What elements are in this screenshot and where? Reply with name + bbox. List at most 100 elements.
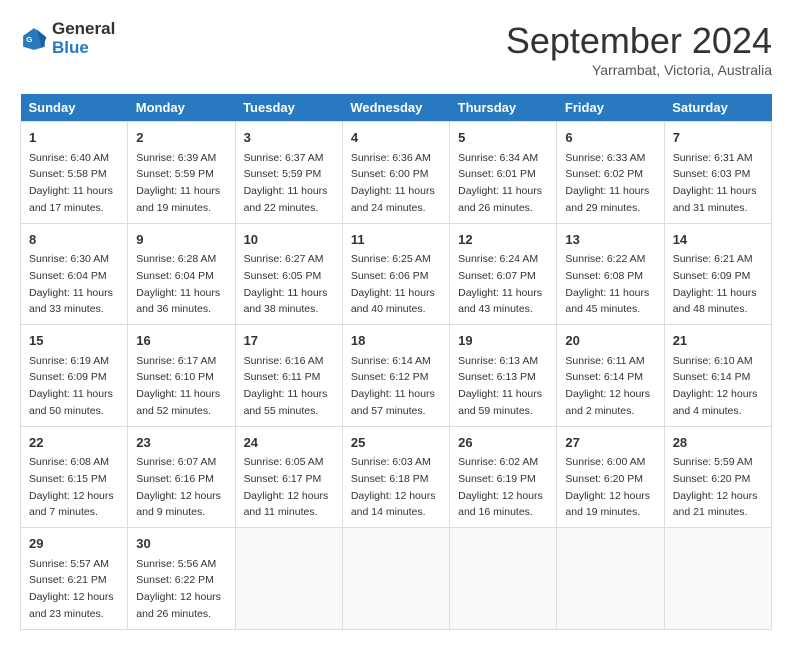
calendar-cell: 30 Sunrise: 5:56 AM Sunset: 6:22 PM Dayl… <box>128 528 235 630</box>
sunset: Sunset: 6:04 PM <box>29 270 107 282</box>
daylight: Daylight: 12 hours and 16 minutes. <box>458 490 543 519</box>
sunrise: Sunrise: 5:56 AM <box>136 558 216 570</box>
calendar-cell: 10 Sunrise: 6:27 AM Sunset: 6:05 PM Dayl… <box>235 223 342 325</box>
daylight: Daylight: 12 hours and 9 minutes. <box>136 490 221 519</box>
daylight: Daylight: 11 hours and 29 minutes. <box>565 185 649 214</box>
day-number: 2 <box>136 128 226 148</box>
sunrise: Sunrise: 6:25 AM <box>351 253 431 265</box>
day-number: 28 <box>673 433 763 453</box>
calendar-header-row: SundayMondayTuesdayWednesdayThursdayFrid… <box>21 94 772 122</box>
day-number: 14 <box>673 230 763 250</box>
sunset: Sunset: 6:10 PM <box>136 371 214 383</box>
sunset: Sunset: 6:15 PM <box>29 473 107 485</box>
sunrise: Sunrise: 6:11 AM <box>565 355 644 367</box>
sunset: Sunset: 5:59 PM <box>136 168 214 180</box>
calendar-cell: 23 Sunrise: 6:07 AM Sunset: 6:16 PM Dayl… <box>128 426 235 528</box>
sunset: Sunset: 6:02 PM <box>565 168 643 180</box>
calendar-cell: 9 Sunrise: 6:28 AM Sunset: 6:04 PM Dayli… <box>128 223 235 325</box>
calendar-week-1: 1 Sunrise: 6:40 AM Sunset: 5:58 PM Dayli… <box>21 122 772 224</box>
calendar-cell <box>342 528 449 630</box>
day-number: 8 <box>29 230 119 250</box>
calendar-cell: 21 Sunrise: 6:10 AM Sunset: 6:14 PM Dayl… <box>664 325 771 427</box>
sunset: Sunset: 6:07 PM <box>458 270 536 282</box>
daylight: Daylight: 11 hours and 17 minutes. <box>29 185 113 214</box>
sunrise: Sunrise: 6:34 AM <box>458 152 538 164</box>
sunset: Sunset: 6:09 PM <box>29 371 107 383</box>
sunset: Sunset: 6:11 PM <box>244 371 321 383</box>
calendar-cell: 29 Sunrise: 5:57 AM Sunset: 6:21 PM Dayl… <box>21 528 128 630</box>
calendar-cell: 22 Sunrise: 6:08 AM Sunset: 6:15 PM Dayl… <box>21 426 128 528</box>
daylight: Daylight: 11 hours and 24 minutes. <box>351 185 435 214</box>
day-number: 13 <box>565 230 655 250</box>
page-header: G General Blue September 2024 Yarrambat,… <box>20 20 772 78</box>
daylight: Daylight: 11 hours and 57 minutes. <box>351 388 435 417</box>
sunrise: Sunrise: 6:31 AM <box>673 152 753 164</box>
daylight: Daylight: 12 hours and 26 minutes. <box>136 591 221 620</box>
day-number: 23 <box>136 433 226 453</box>
calendar-cell <box>450 528 557 630</box>
sunrise: Sunrise: 6:33 AM <box>565 152 645 164</box>
day-number: 15 <box>29 331 119 351</box>
sunset: Sunset: 6:22 PM <box>136 574 214 586</box>
daylight: Daylight: 11 hours and 59 minutes. <box>458 388 542 417</box>
daylight: Daylight: 11 hours and 31 minutes. <box>673 185 757 214</box>
calendar-week-3: 15 Sunrise: 6:19 AM Sunset: 6:09 PM Dayl… <box>21 325 772 427</box>
calendar-cell: 8 Sunrise: 6:30 AM Sunset: 6:04 PM Dayli… <box>21 223 128 325</box>
sunrise: Sunrise: 6:30 AM <box>29 253 109 265</box>
calendar-body: 1 Sunrise: 6:40 AM Sunset: 5:58 PM Dayli… <box>21 122 772 630</box>
sunset: Sunset: 6:06 PM <box>351 270 429 282</box>
day-number: 4 <box>351 128 441 148</box>
sunrise: Sunrise: 6:13 AM <box>458 355 538 367</box>
sunrise: Sunrise: 6:40 AM <box>29 152 109 164</box>
calendar-cell: 25 Sunrise: 6:03 AM Sunset: 6:18 PM Dayl… <box>342 426 449 528</box>
calendar-cell <box>235 528 342 630</box>
day-number: 6 <box>565 128 655 148</box>
day-header-saturday: Saturday <box>664 94 771 122</box>
sunset: Sunset: 6:14 PM <box>565 371 643 383</box>
sunrise: Sunrise: 6:10 AM <box>673 355 753 367</box>
calendar-cell: 17 Sunrise: 6:16 AM Sunset: 6:11 PM Dayl… <box>235 325 342 427</box>
sunrise: Sunrise: 6:36 AM <box>351 152 431 164</box>
calendar-cell: 15 Sunrise: 6:19 AM Sunset: 6:09 PM Dayl… <box>21 325 128 427</box>
day-number: 17 <box>244 331 334 351</box>
calendar-table: SundayMondayTuesdayWednesdayThursdayFrid… <box>20 94 772 630</box>
title-block: September 2024 Yarrambat, Victoria, Aust… <box>506 20 772 78</box>
day-header-friday: Friday <box>557 94 664 122</box>
daylight: Daylight: 11 hours and 52 minutes. <box>136 388 220 417</box>
sunset: Sunset: 6:17 PM <box>244 473 322 485</box>
day-number: 9 <box>136 230 226 250</box>
calendar-cell: 3 Sunrise: 6:37 AM Sunset: 5:59 PM Dayli… <box>235 122 342 224</box>
day-number: 1 <box>29 128 119 148</box>
sunrise: Sunrise: 6:17 AM <box>136 355 216 367</box>
day-number: 24 <box>244 433 334 453</box>
sunrise: Sunrise: 6:05 AM <box>244 456 324 468</box>
calendar-cell: 6 Sunrise: 6:33 AM Sunset: 6:02 PM Dayli… <box>557 122 664 224</box>
daylight: Daylight: 12 hours and 7 minutes. <box>29 490 114 519</box>
logo: G General Blue <box>20 20 115 57</box>
calendar-cell: 27 Sunrise: 6:00 AM Sunset: 6:20 PM Dayl… <box>557 426 664 528</box>
day-number: 10 <box>244 230 334 250</box>
day-number: 5 <box>458 128 548 148</box>
sunrise: Sunrise: 6:27 AM <box>244 253 324 265</box>
calendar-cell: 16 Sunrise: 6:17 AM Sunset: 6:10 PM Dayl… <box>128 325 235 427</box>
day-number: 3 <box>244 128 334 148</box>
sunset: Sunset: 6:00 PM <box>351 168 429 180</box>
calendar-cell: 2 Sunrise: 6:39 AM Sunset: 5:59 PM Dayli… <box>128 122 235 224</box>
daylight: Daylight: 11 hours and 48 minutes. <box>673 287 757 316</box>
sunrise: Sunrise: 6:16 AM <box>244 355 324 367</box>
sunset: Sunset: 6:16 PM <box>136 473 214 485</box>
sunrise: Sunrise: 6:03 AM <box>351 456 431 468</box>
sunrise: Sunrise: 6:37 AM <box>244 152 324 164</box>
sunrise: Sunrise: 5:59 AM <box>673 456 753 468</box>
daylight: Daylight: 12 hours and 14 minutes. <box>351 490 436 519</box>
sunrise: Sunrise: 6:19 AM <box>29 355 109 367</box>
sunset: Sunset: 6:12 PM <box>351 371 429 383</box>
sunset: Sunset: 6:09 PM <box>673 270 751 282</box>
sunrise: Sunrise: 5:57 AM <box>29 558 109 570</box>
calendar-cell: 26 Sunrise: 6:02 AM Sunset: 6:19 PM Dayl… <box>450 426 557 528</box>
calendar-cell: 5 Sunrise: 6:34 AM Sunset: 6:01 PM Dayli… <box>450 122 557 224</box>
sunrise: Sunrise: 6:08 AM <box>29 456 109 468</box>
calendar-cell: 1 Sunrise: 6:40 AM Sunset: 5:58 PM Dayli… <box>21 122 128 224</box>
sunrise: Sunrise: 6:07 AM <box>136 456 216 468</box>
sunset: Sunset: 5:58 PM <box>29 168 107 180</box>
